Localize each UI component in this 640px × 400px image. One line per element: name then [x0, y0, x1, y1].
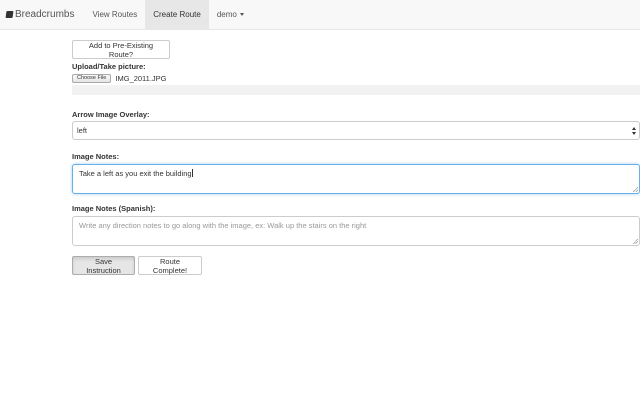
upload-label: Upload/Take picture:	[72, 62, 146, 71]
user-menu-label: demo	[216, 10, 237, 19]
route-complete-button[interactable]: Route Complete!	[138, 256, 202, 275]
arrow-overlay-label: Arrow Image Overlay:	[72, 110, 150, 119]
image-notes-spanish-textarea[interactable]: Write any direction notes to go along wi…	[72, 216, 640, 246]
text-caret	[192, 169, 193, 177]
divider-band	[72, 85, 640, 95]
resize-handle-icon[interactable]	[633, 239, 638, 244]
brand-name: Breadcrumbs	[15, 9, 75, 20]
image-notes-value: Take a left as you exit the building	[79, 169, 192, 178]
breadcrumb-logo-icon	[5, 11, 14, 18]
selected-file-name: IMG_2011.JPG	[115, 73, 167, 83]
arrow-overlay-select[interactable]: left	[72, 121, 640, 140]
arrow-overlay-value: left	[77, 126, 88, 135]
image-notes-spanish-placeholder: Write any direction notes to go along wi…	[79, 221, 367, 230]
caret-down-icon	[239, 13, 244, 16]
image-notes-label: Image Notes:	[72, 152, 120, 161]
resize-handle-icon[interactable]	[633, 187, 638, 192]
save-instruction-button[interactable]: Save Instruction	[72, 256, 135, 275]
brand-link[interactable]: Breadcrumbs	[0, 0, 84, 29]
image-notes-spanish-label: Image Notes (Spanish):	[72, 204, 156, 213]
choose-file-button[interactable]: Choose File	[72, 73, 112, 83]
nav-create-route[interactable]: Create Route	[145, 0, 209, 29]
user-menu-dropdown[interactable]: demo	[209, 0, 252, 29]
image-notes-textarea[interactable]: Take a left as you exit the building	[72, 164, 640, 194]
select-arrows-icon	[632, 127, 637, 135]
file-picker: Choose File IMG_2011.JPG	[72, 73, 167, 83]
form-actions: Save Instruction Route Complete!	[72, 256, 202, 275]
nav-view-routes-label: View Routes	[92, 10, 138, 19]
add-to-existing-route-button[interactable]: Add to Pre-Existing Route?	[72, 40, 170, 59]
navbar: Breadcrumbs View Routes Create Route dem…	[0, 0, 640, 30]
nav-create-route-label: Create Route	[153, 10, 201, 19]
nav-view-routes[interactable]: View Routes	[84, 0, 145, 29]
